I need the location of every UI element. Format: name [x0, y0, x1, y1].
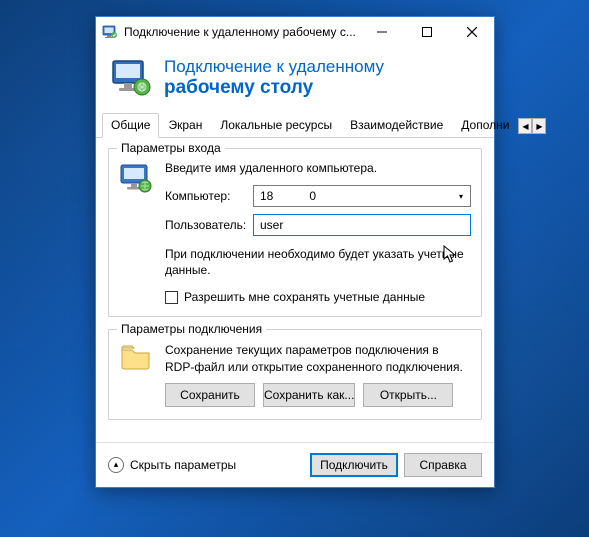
hide-options-toggle[interactable]: ▴ Скрыть параметры: [108, 457, 236, 473]
tab-scroll-left[interactable]: ◀: [518, 118, 532, 134]
chevron-down-icon[interactable]: ▾: [452, 186, 470, 206]
tab-scroll-right[interactable]: ▶: [532, 118, 546, 134]
folder-icon: [119, 342, 155, 406]
tab-local-resources[interactable]: Локальные ресурсы: [211, 113, 341, 137]
user-label: Пользователь:: [165, 218, 247, 232]
connect-button[interactable]: Подключить: [310, 453, 398, 477]
connection-settings-group: Параметры подключения Сохранение текущих…: [108, 329, 482, 419]
username-field[interactable]: [253, 214, 471, 236]
maximize-button[interactable]: [404, 17, 449, 47]
dialog-header: Подключение к удаленному рабочему столу: [96, 47, 494, 113]
tab-strip: Общие Экран Локальные ресурсы Взаимодейс…: [96, 113, 494, 138]
tab-display[interactable]: Экран: [159, 113, 211, 137]
tab-panel-general: Параметры входа Введите имя удаленного к…: [96, 138, 494, 442]
login-instruction: Введите имя удаленного компьютера.: [165, 161, 471, 175]
tab-advanced[interactable]: Дополни: [452, 113, 518, 137]
remember-credentials-label: Разрешить мне сохранять учетные данные: [184, 290, 425, 304]
save-button[interactable]: Сохранить: [165, 383, 255, 407]
rdp-icon: [110, 57, 152, 99]
computer-icon: [119, 161, 155, 304]
window-title: Подключение к удаленному рабочему с...: [124, 25, 359, 39]
close-button[interactable]: [449, 17, 494, 47]
minimize-button[interactable]: [359, 17, 404, 47]
computer-label: Компьютер:: [165, 189, 247, 203]
connection-group-title: Параметры подключения: [117, 322, 266, 336]
dialog-footer: ▴ Скрыть параметры Подключить Справка: [96, 442, 494, 487]
help-button[interactable]: Справка: [404, 453, 482, 477]
login-group-title: Параметры входа: [117, 141, 225, 155]
tab-general[interactable]: Общие: [102, 113, 159, 138]
login-settings-group: Параметры входа Введите имя удаленного к…: [108, 148, 482, 317]
titlebar[interactable]: Подключение к удаленному рабочему с...: [96, 17, 494, 47]
remember-credentials-checkbox[interactable]: [165, 291, 178, 304]
computer-value: 180: [260, 189, 316, 203]
connection-text: Сохранение текущих параметров подключени…: [165, 342, 471, 374]
computer-combobox[interactable]: 180 ▾: [253, 185, 471, 207]
tab-experience[interactable]: Взаимодействие: [341, 113, 452, 137]
open-button[interactable]: Открыть...: [363, 383, 453, 407]
dialog-title: Подключение к удаленному рабочему столу: [164, 57, 384, 98]
save-as-button[interactable]: Сохранить как...: [263, 383, 355, 407]
chevron-up-icon: ▴: [108, 457, 124, 473]
rdp-dialog: Подключение к удаленному рабочему с...: [95, 16, 495, 488]
app-icon: [102, 24, 118, 40]
credentials-note: При подключении необходимо будет указать…: [165, 246, 471, 278]
